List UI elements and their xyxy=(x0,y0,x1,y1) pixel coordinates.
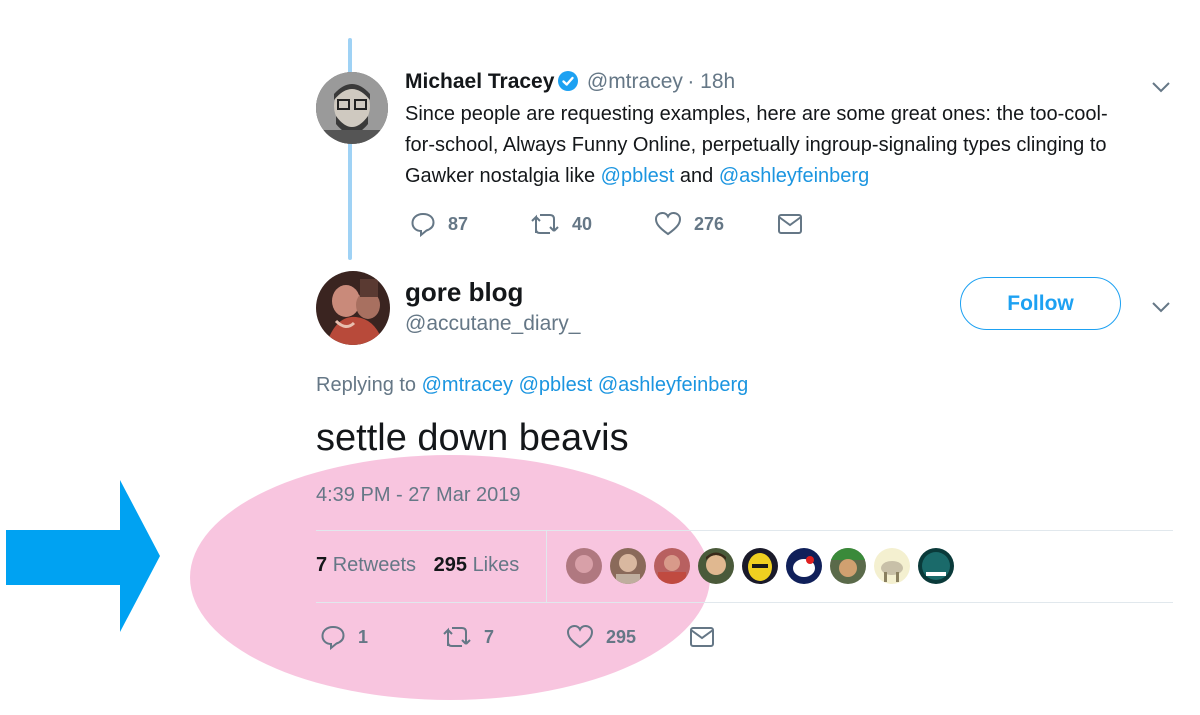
tweet-stats: 7 Retweets 295 Likes xyxy=(316,554,519,577)
envelope-icon xyxy=(690,627,714,647)
main-author-handle[interactable]: @accutane_diary_ xyxy=(405,312,580,336)
blue-arrow-icon xyxy=(6,480,160,632)
main-tweet-text: settle down beavis xyxy=(316,417,629,459)
retweets-stat[interactable]: 7 Retweets xyxy=(316,554,416,576)
liker-avatar[interactable] xyxy=(610,548,646,584)
envelope-icon xyxy=(778,214,802,234)
chevron-down-icon[interactable] xyxy=(1150,296,1172,318)
liker-avatar[interactable] xyxy=(566,548,602,584)
retweet-icon xyxy=(443,627,471,647)
mention-link[interactable]: @mtracey xyxy=(422,374,513,396)
liker-avatar[interactable] xyxy=(742,548,778,584)
reply-icon xyxy=(411,212,435,237)
mention-link[interactable]: @pblest xyxy=(519,374,593,396)
retweet-icon xyxy=(531,214,559,234)
gore-blog-avatar[interactable] xyxy=(316,271,390,345)
parent-dm-button[interactable] xyxy=(777,212,815,236)
divider xyxy=(546,531,547,602)
parent-retweet-button[interactable]: 40 xyxy=(530,211,592,237)
mention-link[interactable]: @pblest xyxy=(601,165,675,187)
like-button[interactable]: 295 xyxy=(566,624,636,650)
liker-avatar[interactable] xyxy=(698,548,734,584)
parent-tweet-time[interactable]: · 18h xyxy=(687,70,735,93)
parent-reply-button[interactable]: 87 xyxy=(410,211,468,237)
heart-icon xyxy=(654,211,682,236)
michael-tracey-avatar[interactable] xyxy=(316,72,388,144)
mention-link[interactable]: @ashleyfeinberg xyxy=(719,165,869,187)
parent-tweet-header: Michael Tracey @mtracey · 18h xyxy=(405,70,735,94)
divider xyxy=(316,530,1173,531)
liker-avatar[interactable] xyxy=(654,548,690,584)
liker-avatar[interactable] xyxy=(830,548,866,584)
parent-tweet-text: Since people are requesting examples, he… xyxy=(405,103,1108,187)
tweet-timestamp[interactable]: 4:39 PM - 27 Mar 2019 xyxy=(316,484,521,507)
liker-avatars xyxy=(566,548,954,584)
main-author-name[interactable]: gore blog xyxy=(405,277,523,308)
replying-to-line: Replying to @mtracey @pblest @ashleyfein… xyxy=(316,374,749,396)
dm-button[interactable] xyxy=(689,625,727,649)
reply-button[interactable]: 1 xyxy=(320,624,368,650)
liker-avatar[interactable] xyxy=(786,548,822,584)
parent-author-handle[interactable]: @mtracey xyxy=(587,70,683,93)
liker-avatar[interactable] xyxy=(874,548,910,584)
divider xyxy=(316,602,1173,603)
reply-icon xyxy=(321,625,345,650)
verified-badge-icon xyxy=(558,71,579,91)
chevron-down-icon[interactable] xyxy=(1150,76,1172,98)
parent-author-name[interactable]: Michael Tracey xyxy=(405,70,554,93)
heart-icon xyxy=(566,624,594,649)
retweet-button[interactable]: 7 xyxy=(442,624,494,650)
liker-avatar[interactable] xyxy=(918,548,954,584)
likes-stat[interactable]: 295 Likes xyxy=(434,554,520,576)
parent-like-button[interactable]: 276 xyxy=(654,211,724,237)
follow-button[interactable]: Follow xyxy=(960,277,1121,330)
mention-link[interactable]: @ashleyfeinberg xyxy=(598,374,748,396)
